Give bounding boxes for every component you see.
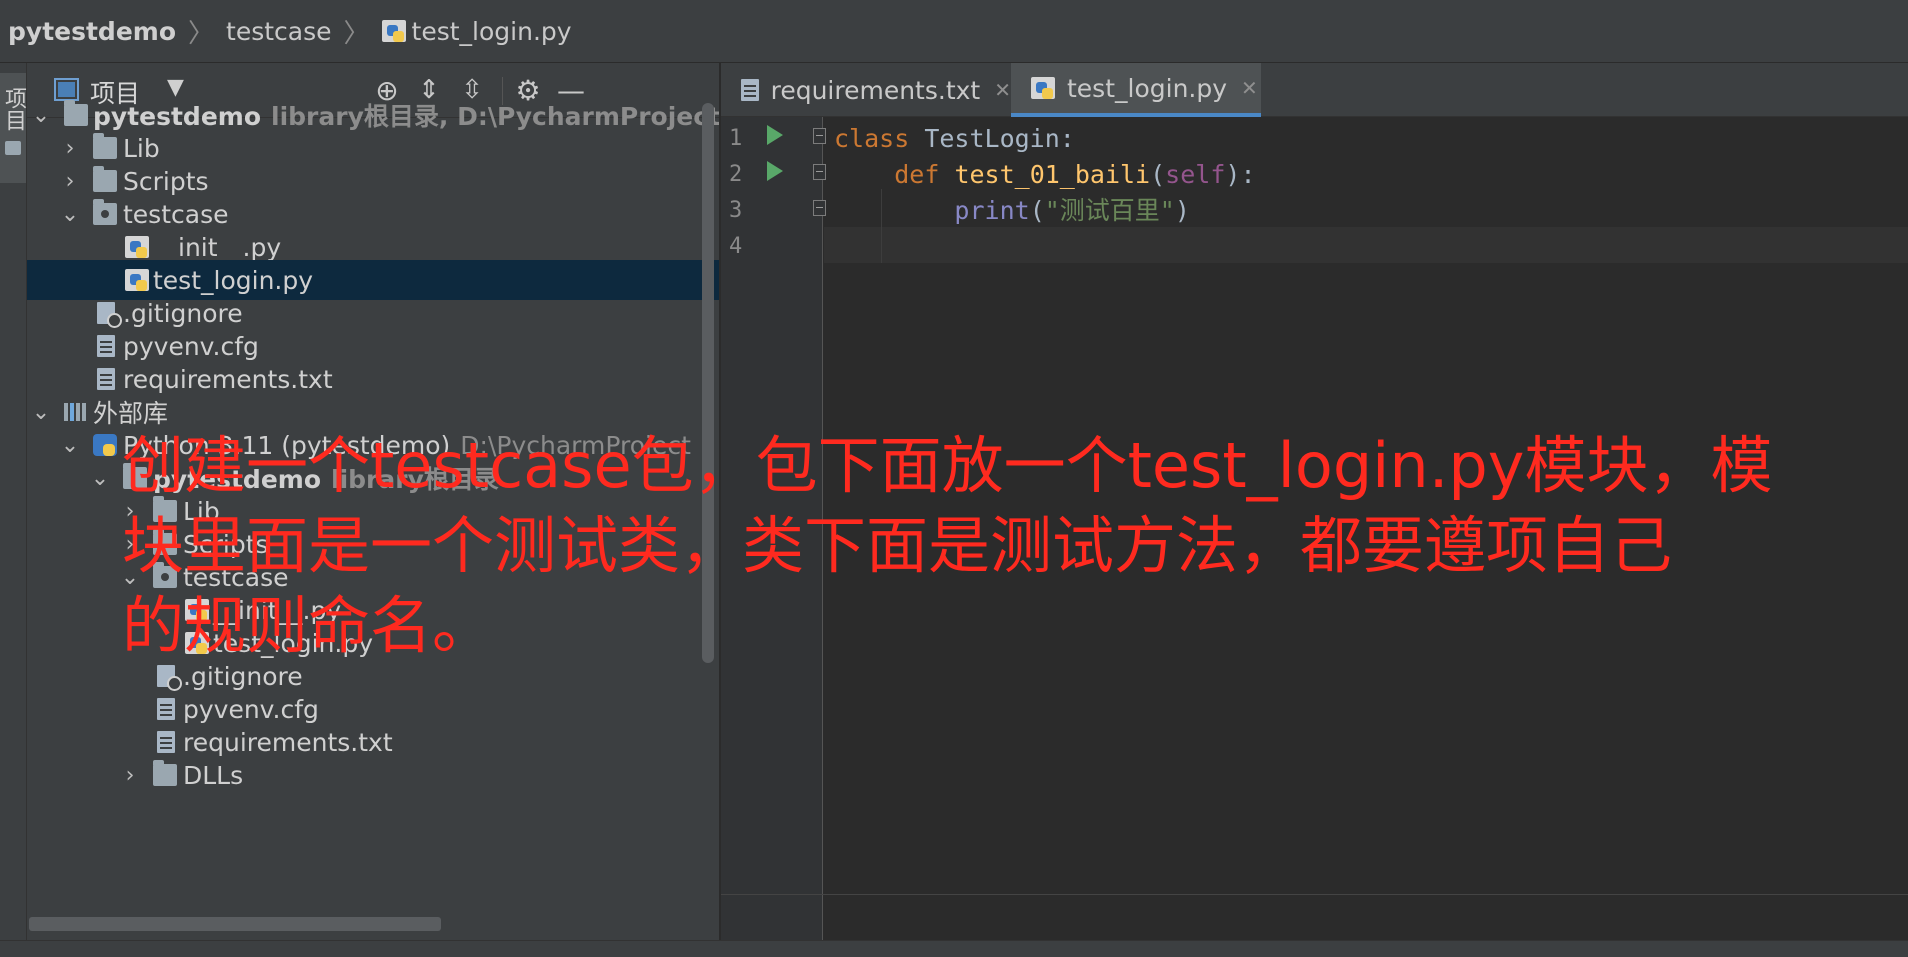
code-line-2: def test_01_baili(self): xyxy=(834,157,1256,193)
breadcrumb-separator: 〉 xyxy=(188,18,215,49)
left-tool-stripe: 项目 xyxy=(0,63,27,957)
code-self: self xyxy=(1165,160,1226,189)
text-file-icon xyxy=(97,335,115,357)
code-paren: ) xyxy=(1174,196,1190,225)
horizontal-scrollbar[interactable] xyxy=(29,917,441,931)
tree-node-label: pyvenv.cfg xyxy=(183,694,319,724)
breadcrumb: pytestdemo 〉 testcase 〉 test_login.py xyxy=(0,0,1908,63)
code-function-name: test_01_baili xyxy=(954,160,1151,189)
code-paren: ): xyxy=(1225,160,1256,189)
code-builtin: print xyxy=(954,196,1030,225)
tree-node-label: requirements.txt xyxy=(183,727,393,757)
editor-divider xyxy=(721,894,1908,895)
tab-label: test_login.py xyxy=(1067,73,1228,103)
line-number: 2 xyxy=(729,162,743,187)
code-string: "测试百里" xyxy=(1044,196,1175,225)
folder-icon xyxy=(5,141,21,155)
chevron-down-icon[interactable]: ⌄ xyxy=(30,103,52,128)
tree-node-hint: library根目录, D:\PycharmProjects\pyte xyxy=(271,102,720,131)
breadcrumb-folder[interactable]: testcase xyxy=(226,17,331,46)
text-file-icon xyxy=(157,698,175,720)
code-paren: ( xyxy=(1150,160,1166,189)
caret-line-highlight xyxy=(824,227,1908,263)
python-file-icon xyxy=(1031,77,1055,99)
chevron-right-icon[interactable]: › xyxy=(119,763,141,788)
text-file-icon xyxy=(97,368,115,390)
editor-tab-bar: requirements.txt ✕ test_login.py ✕ xyxy=(721,63,1908,117)
chevron-down-icon[interactable]: ⌄ xyxy=(59,202,81,227)
python-sdk-icon xyxy=(93,434,117,456)
annotation-line: 的规则命名。 xyxy=(122,589,495,662)
folder-icon xyxy=(93,166,117,192)
tab-requirements[interactable]: requirements.txt ✕ xyxy=(721,63,1011,117)
tree-node-label: testcase xyxy=(123,199,229,229)
tree-node-label: pytestdemo xyxy=(93,102,262,131)
annotation-line: 块里面是一个测试类，类下面是测试方法，都要遵项自己 xyxy=(122,509,1673,582)
annotation-text: 创建一个testcase包，包下面放一个test_login.py模块，模 块里… xyxy=(122,426,1802,666)
code-keyword: def xyxy=(894,160,940,189)
close-icon[interactable]: ✕ xyxy=(1241,76,1258,100)
code-paren: ( xyxy=(1029,196,1045,225)
python-file-icon xyxy=(125,269,149,291)
chevron-down-icon[interactable]: ⌄ xyxy=(59,433,81,458)
line-number: 3 xyxy=(729,198,743,223)
tab-test-login[interactable]: test_login.py ✕ xyxy=(1011,63,1261,117)
run-test-icon[interactable] xyxy=(767,125,783,145)
text-file-icon xyxy=(741,79,759,101)
chevron-down-icon[interactable]: ⌄ xyxy=(30,400,52,425)
folder-icon xyxy=(64,100,88,126)
line-number: 1 xyxy=(729,126,743,151)
chevron-right-icon[interactable]: › xyxy=(59,169,81,194)
python-file-icon xyxy=(125,236,149,258)
python-file-icon xyxy=(381,20,406,42)
breadcrumb-project[interactable]: pytestdemo xyxy=(8,17,176,46)
ignore-file-icon xyxy=(97,302,122,328)
tree-node-label: .gitignore xyxy=(123,298,243,328)
tree-node-label: Lib xyxy=(123,133,160,163)
tree-node-label: __init__.py xyxy=(153,232,282,262)
tree-node-label: test_login.py xyxy=(153,265,314,295)
code-line-3: print("测试百里") xyxy=(834,193,1190,229)
text-file-icon xyxy=(157,731,175,753)
chevron-down-icon[interactable]: ⌄ xyxy=(89,466,111,491)
tree-node-label: DLLs xyxy=(183,760,244,790)
tree-node-label: pyvenv.cfg xyxy=(123,331,259,361)
code-class-name: TestLogin: xyxy=(909,124,1075,153)
project-stripe-label: 项目 xyxy=(1,87,26,131)
close-icon[interactable]: ✕ xyxy=(994,78,1011,102)
tree-node-label: requirements.txt xyxy=(123,364,333,394)
package-folder-icon xyxy=(93,199,117,225)
breadcrumb-separator: 〉 xyxy=(343,18,370,49)
tab-label: requirements.txt xyxy=(770,75,981,105)
annotation-line: 创建一个testcase包，包下面放一个test_login.py模块，模 xyxy=(122,429,1773,502)
line-number: 4 xyxy=(729,234,743,259)
library-icon xyxy=(64,401,88,423)
chevron-right-icon[interactable]: › xyxy=(59,136,81,161)
status-bar xyxy=(0,940,1908,957)
run-test-icon[interactable] xyxy=(767,161,783,181)
tree-node-label: Scripts xyxy=(123,166,209,196)
code-line-1: class TestLogin: xyxy=(834,121,1075,157)
ignore-file-icon xyxy=(157,665,182,691)
breadcrumb-file[interactable]: test_login.py xyxy=(381,16,572,46)
tree-node-ext-dlls[interactable]: › DLLs xyxy=(27,755,719,795)
folder-icon xyxy=(153,760,177,786)
code-keyword: class xyxy=(834,124,910,153)
breadcrumb-file-label: test_login.py xyxy=(411,16,572,46)
folder-icon xyxy=(93,133,117,159)
project-tool-window-button[interactable]: 项目 xyxy=(0,73,26,183)
